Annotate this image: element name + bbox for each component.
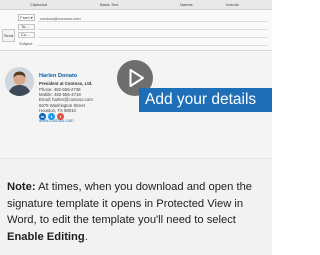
subject-label: Subject [19, 41, 33, 46]
ribbon-group-include: Include [226, 2, 239, 7]
signature-role: President at Contoso, Ltd. [39, 81, 93, 86]
ribbon-group-basic-text: Basic Text [100, 2, 119, 7]
add-details-banner: Add your details [139, 88, 272, 112]
note-body: At times, when you download and open the… [7, 181, 253, 227]
ribbon: Clipboard Basic Text Names Include [0, 0, 272, 10]
facebook-icon[interactable]: f [57, 113, 64, 120]
cc-field[interactable] [38, 37, 268, 38]
send-button[interactable]: Send [2, 29, 15, 42]
signature-email: Email: harlen@contoso.com [39, 97, 93, 102]
subject-field[interactable] [38, 45, 268, 46]
signature-name: Harlen Donato [39, 73, 78, 79]
avatar [5, 67, 34, 96]
signature-city: Houston, TX 98010 [39, 108, 76, 113]
video-player[interactable]: Clipboard Basic Text Names Include From … [0, 0, 272, 159]
note-panel: Note: At times, when you download and op… [0, 159, 272, 255]
linkedin-icon[interactable]: in [39, 113, 46, 120]
note-lead: Note: [7, 181, 36, 193]
from-divider [38, 21, 268, 22]
from-button[interactable]: From ▾ [18, 14, 35, 21]
ribbon-group-clipboard: Clipboard [30, 2, 48, 7]
enable-editing-label: Enable Editing [7, 230, 85, 243]
note-text: Note: At times, when you download and op… [7, 179, 269, 245]
to-button[interactable]: To... [18, 24, 35, 30]
compose-header: From ▾ contoso@contoso.com Send To... Cc… [0, 10, 272, 51]
twitter-icon[interactable]: t [48, 113, 55, 120]
ribbon-group-names: Names [180, 2, 193, 7]
cc-button[interactable]: Cc... [18, 32, 35, 38]
to-field[interactable] [38, 29, 268, 30]
note-end: . [84, 230, 88, 243]
